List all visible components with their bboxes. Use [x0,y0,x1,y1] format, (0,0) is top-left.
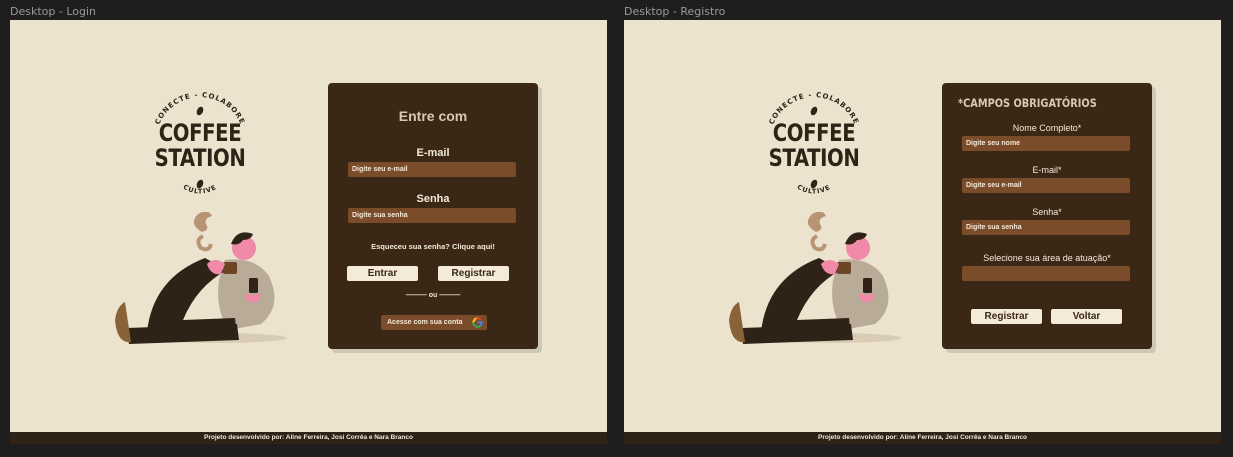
login-panel: Entre com E-mail Digite seu e-mail Senha… [328,83,538,349]
required-fields-title: *CAMPOS OBRIGATÓRIOS [958,96,1097,110]
password-label: Senha* [1032,207,1062,217]
man-with-coffee-illustration [721,211,911,346]
logo-word-coffee: COFFEE [772,119,856,147]
password-input[interactable]: Digite sua senha [962,220,1130,235]
or-divider: ——— ou ——— [405,292,461,299]
logo-word-station: STATION [768,144,860,172]
back-button[interactable]: Voltar [1051,309,1122,324]
password-input[interactable]: Digite sua senha [348,208,516,223]
google-login-button[interactable]: Acesse com sua conta [381,315,487,330]
footer-credits: Projeto desenvolvido por: Aline Ferreira… [10,432,607,444]
footer-credits: Projeto desenvolvido por: Aline Ferreira… [624,432,1221,444]
register-panel: *CAMPOS OBRIGATÓRIOS Nome Completo* Digi… [942,83,1152,349]
email-label: E-mail* [1032,165,1062,175]
man-with-coffee-illustration [107,211,297,346]
area-label: Selecione sua área de atuação* [983,253,1111,263]
email-label: E-mail [416,147,450,159]
register-submit-button[interactable]: Registrar [971,309,1042,324]
enter-button[interactable]: Entrar [347,266,418,281]
register-button[interactable]: Registrar [438,266,509,281]
name-label: Nome Completo* [1012,123,1082,133]
name-input[interactable]: Digite seu nome [962,136,1130,151]
logo-word-station: STATION [154,144,246,172]
coffee-station-logo: CONECTE - COLABORE CULTIVE COFFEE STATIO… [754,82,874,202]
login-title: Entre com [398,108,468,124]
area-select[interactable] [962,266,1130,281]
login-frame: CONECTE - COLABORE CULTIVE COFFEE STATIO… [10,20,607,444]
frame-label-login: Desktop - Login [10,5,97,18]
register-frame: CONECTE - COLABORE CULTIVE COFFEE STATIO… [624,20,1221,444]
coffee-station-logo: CONECTE - COLABORE CULTIVE COFFEE STATIO… [140,82,260,202]
frame-label-register: Desktop - Registro [624,5,726,18]
google-icon [472,317,483,328]
logo-word-coffee: COFFEE [158,119,242,147]
email-input[interactable]: Digite seu e-mail [348,162,516,177]
email-input[interactable]: Digite seu e-mail [962,178,1130,193]
google-button-label: Acesse com sua conta [387,319,463,326]
forgot-password-link[interactable]: Esqueceu sua senha? Clique aqui! [328,242,538,251]
password-label: Senha [416,193,450,205]
